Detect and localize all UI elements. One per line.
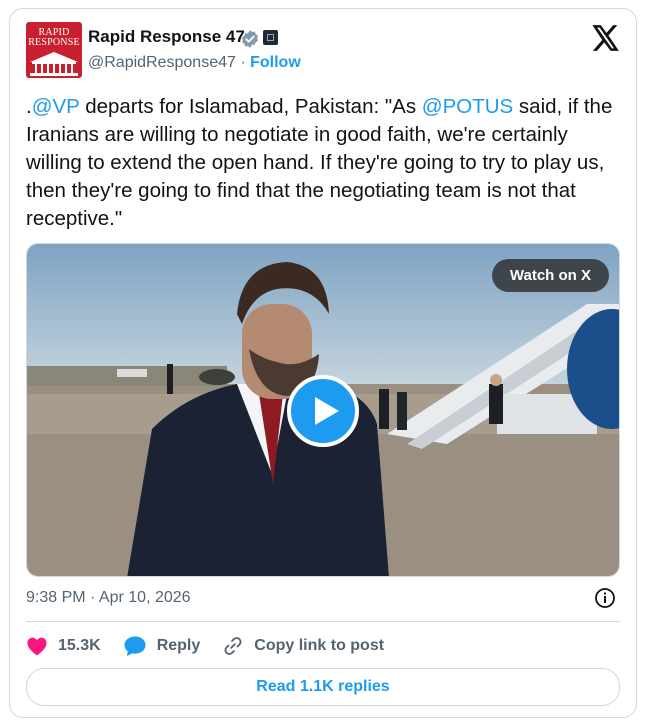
mention-vp[interactable]: @VP xyxy=(32,95,80,118)
tweet-text: .@VP departs for Islamabad, Pakistan: "A… xyxy=(26,95,613,230)
separator: · xyxy=(235,54,251,71)
reply-button[interactable]: Reply xyxy=(123,635,201,657)
avatar-logo-text: RAPID RESPONSE xyxy=(28,27,80,48)
read-replies-button[interactable]: Read 1.1K replies xyxy=(26,668,620,706)
follow-button[interactable]: Follow xyxy=(250,54,301,71)
heart-icon xyxy=(27,637,47,656)
watch-on-x-button[interactable]: Watch on X xyxy=(491,259,609,292)
mention-potus[interactable]: @POTUS xyxy=(422,95,513,118)
building-icon xyxy=(30,52,78,76)
handle-row: @RapidResponse47 · Follow xyxy=(88,54,301,72)
timestamp[interactable]: 9:38 PM · Apr 10, 2026 xyxy=(26,589,191,607)
x-logo-icon[interactable] xyxy=(592,25,620,51)
avatar[interactable]: RAPID RESPONSE xyxy=(26,22,82,78)
tweet-card: RAPID RESPONSE Rapid Response 47 @RapidR… xyxy=(9,8,637,718)
reply-bubble-icon xyxy=(124,636,146,656)
info-icon[interactable] xyxy=(594,587,616,609)
affiliation-badge-icon xyxy=(263,30,278,45)
video-player[interactable]: Watch on X xyxy=(26,243,620,577)
reply-label: Reply xyxy=(156,637,201,654)
play-icon[interactable] xyxy=(287,375,359,447)
copy-link-label: Copy link to post xyxy=(254,637,385,654)
action-bar: 15.3K Reply Copy link to post xyxy=(26,631,406,661)
copy-link-button[interactable]: Copy link to post xyxy=(222,635,384,657)
like-count: 15.3K xyxy=(58,637,101,654)
link-icon xyxy=(224,637,242,655)
author-handle[interactable]: @RapidResponse47 xyxy=(88,54,236,71)
like-button[interactable]: 15.3K xyxy=(26,636,101,656)
divider xyxy=(26,621,620,622)
author-name[interactable]: Rapid Response 47 xyxy=(88,27,245,47)
verified-badge-icon xyxy=(242,30,258,48)
